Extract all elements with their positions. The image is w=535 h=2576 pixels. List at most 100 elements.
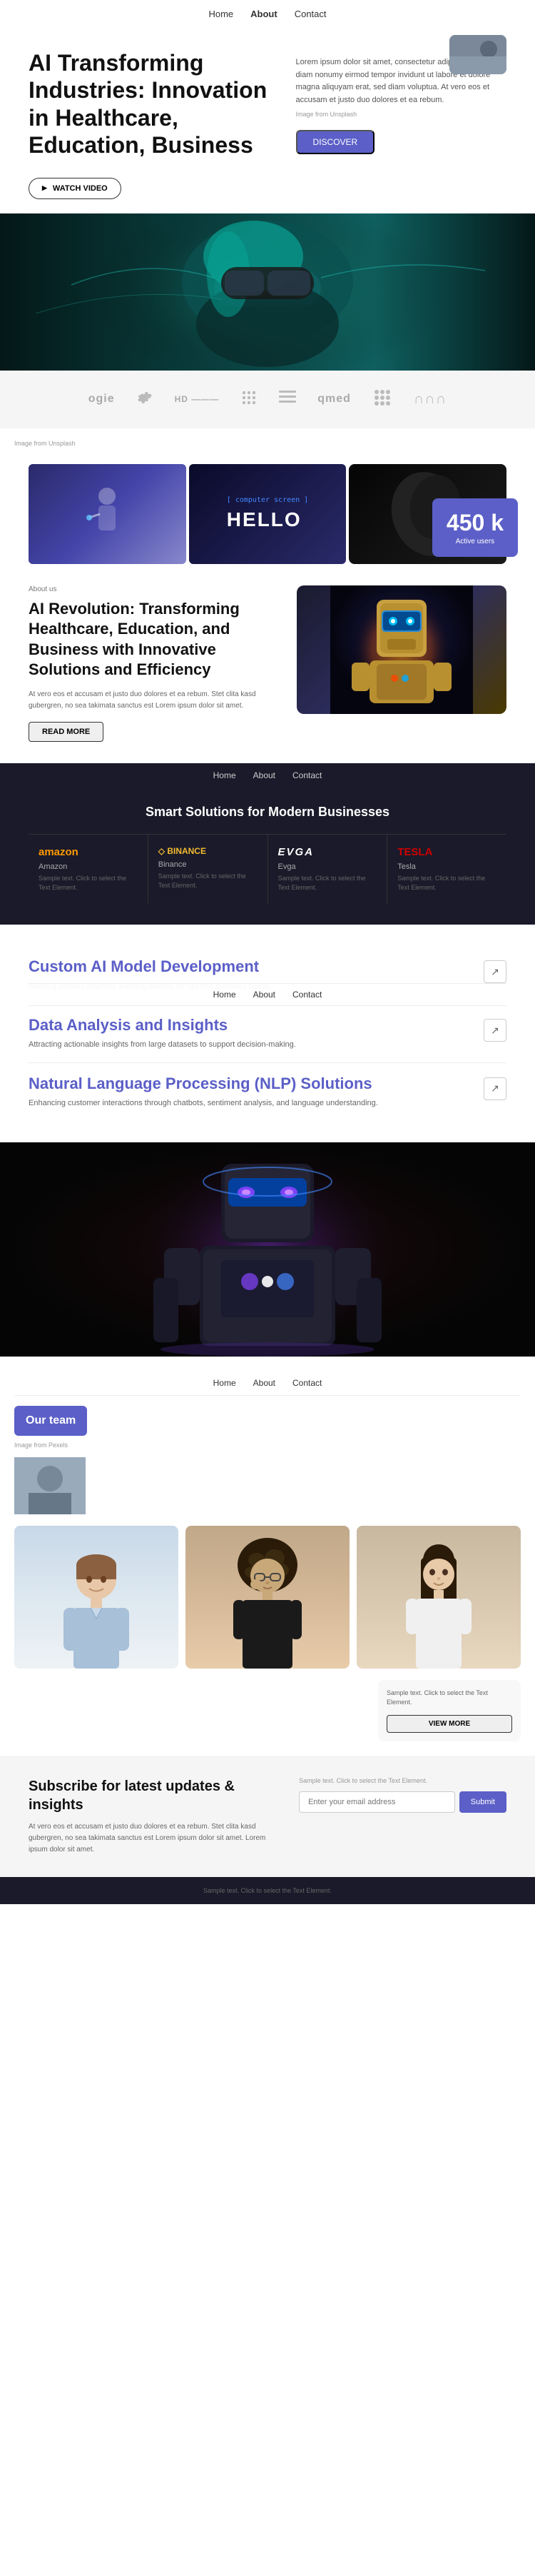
grid-img-left xyxy=(29,464,186,564)
service-ai-title: Custom AI Model Development xyxy=(29,957,272,976)
service-data-text: Data Analysis and Insights Attracting ac… xyxy=(29,1016,296,1051)
service-nlp-text: Natural Language Processing (NLP) Soluti… xyxy=(29,1075,378,1110)
subscribe-sample: Sample text. Click to select the Text El… xyxy=(299,1777,506,1784)
stats-number: 450 k xyxy=(447,510,504,536)
team-header-image xyxy=(14,1457,86,1514)
evga-logo: EVGA xyxy=(278,846,377,858)
team-card-woman-curly xyxy=(185,1526,350,1669)
full-robot-image xyxy=(0,1142,535,1357)
team-members xyxy=(14,1526,521,1669)
team-nav-home[interactable]: Home xyxy=(213,1378,236,1388)
service-data-analysis: Data Analysis and Insights Attracting ac… xyxy=(29,1005,506,1063)
about-title: AI Revolution: Transforming Healthcare, … xyxy=(29,599,280,680)
stats-box: 450 k Active users xyxy=(432,498,518,557)
view-more-button[interactable]: VIEW MORE xyxy=(387,1715,512,1733)
partner-amazon-name: Amazon xyxy=(39,862,138,871)
services-nav-home[interactable]: Home xyxy=(213,990,236,1000)
discover-button[interactable]: DISCOVER xyxy=(296,130,375,154)
vr-banner-svg xyxy=(0,213,535,371)
footer: Sample text. Click to select the Text El… xyxy=(0,1877,535,1904)
partner-binance: ◇ BINANCE Binance Sample text. Click to … xyxy=(148,835,268,903)
nav-home[interactable]: Home xyxy=(208,9,233,19)
team-nav-about[interactable]: About xyxy=(253,1378,275,1388)
nav-contact[interactable]: Contact xyxy=(295,9,327,19)
about-nav-contact[interactable]: Contact xyxy=(292,770,322,780)
subscribe-title: Subscribe for latest updates & insights xyxy=(29,1777,277,1814)
about-left: About us AI Revolution: Transforming Hea… xyxy=(29,585,280,742)
hero-img-from: Image from Unsplash xyxy=(296,109,506,119)
service-data-arrow[interactable] xyxy=(484,1019,506,1042)
team-side-text: Sample text. Click to select the Text El… xyxy=(387,1689,512,1708)
subscribe-left: Subscribe for latest updates & insights … xyxy=(29,1777,277,1856)
services-nav-contact[interactable]: Contact xyxy=(292,990,322,1000)
subscribe-right: Sample text. Click to select the Text El… xyxy=(299,1777,506,1813)
logo-lines xyxy=(279,391,296,408)
main-nav: Home About Contact xyxy=(0,0,535,28)
tesla-logo: TESLA xyxy=(397,846,496,858)
logo-dots xyxy=(240,389,258,410)
team-nav-contact[interactable]: Contact xyxy=(292,1378,322,1388)
services-section: Custom AI Model Development Building tai… xyxy=(0,925,535,1142)
robot-svg xyxy=(330,585,473,714)
read-more-button[interactable]: READ MORE xyxy=(29,722,103,742)
robot-image xyxy=(297,585,506,714)
hero-right: Lorem ipsum dolor sit amet, consectetur … xyxy=(296,49,506,154)
about-section: About us AI Revolution: Transforming Hea… xyxy=(0,564,535,763)
woman-curly-silhouette xyxy=(225,1533,310,1669)
amazon-logo: amazon xyxy=(39,846,138,858)
partner-tesla-desc: Sample text. Click to select the Text El… xyxy=(397,874,496,892)
logos-row: ogie HD ——— qmed ∩∩∩ xyxy=(0,371,535,428)
man-silhouette xyxy=(54,1540,139,1669)
about-nav-home[interactable]: Home xyxy=(213,770,236,780)
team-label: Our team xyxy=(14,1406,87,1436)
about-description: At vero eos et accusam et justo duo dolo… xyxy=(29,689,280,712)
team-img-from: Image from Pexels xyxy=(14,1442,87,1449)
logo-qmed: qmed xyxy=(317,393,351,406)
partner-amazon: amazon Amazon Sample text. Click to sele… xyxy=(29,835,148,903)
logo-gear xyxy=(136,389,153,410)
footer-text: Sample text. Click to select the Text El… xyxy=(10,1887,525,1894)
partner-evga: EVGA Evga Sample text. Click to select t… xyxy=(268,835,388,903)
watch-video-button[interactable]: WATCH VIDEO xyxy=(29,178,121,199)
stats-label: Active users xyxy=(447,538,504,545)
grid-img-from: Image from Unsplash xyxy=(14,440,521,447)
service-nlp: Natural Language Processing (NLP) Soluti… xyxy=(29,1063,506,1121)
team-header: Our team Image from Pexels xyxy=(14,1406,521,1514)
woman-straight-silhouette xyxy=(396,1533,482,1669)
logo-hd: HD ——— xyxy=(175,394,220,404)
about-right xyxy=(297,585,506,714)
partners-section: Smart Solutions for Modern Businesses am… xyxy=(0,788,535,925)
service-data-desc: Attracting actionable insights from larg… xyxy=(29,1039,296,1051)
partner-amazon-desc: Sample text. Click to select the Text El… xyxy=(39,874,138,892)
subscribe-section: Subscribe for latest updates & insights … xyxy=(0,1756,535,1877)
services-nav-about[interactable]: About xyxy=(253,990,275,1000)
service-nlp-desc: Enhancing customer interactions through … xyxy=(29,1097,378,1110)
binance-logo: ◇ BINANCE xyxy=(158,846,258,856)
service-ai-arrow[interactable] xyxy=(484,960,506,983)
team-nav: Home About Contact xyxy=(14,1371,521,1396)
about-tag: About us xyxy=(29,585,280,593)
team-card-man xyxy=(14,1526,178,1669)
partner-binance-desc: Sample text. Click to select the Text El… xyxy=(158,872,258,890)
service-data-title: Data Analysis and Insights xyxy=(29,1016,296,1035)
nav-about[interactable]: About xyxy=(250,9,277,19)
service-nlp-arrow[interactable] xyxy=(484,1077,506,1100)
hero-title: AI Transforming Industries: Innovation i… xyxy=(29,49,282,159)
team-woman-curly-image xyxy=(185,1526,350,1669)
partner-binance-name: Binance xyxy=(158,860,258,869)
partner-tesla-name: Tesla xyxy=(397,862,496,871)
partners-title: Smart Solutions for Modern Businesses xyxy=(29,805,506,820)
partner-tesla: TESLA Tesla Sample text. Click to select… xyxy=(387,835,506,903)
logo-blackberry xyxy=(372,388,392,411)
about-nav-about[interactable]: About xyxy=(253,770,275,780)
grid-img-hello: [ computer screen ] HELLO xyxy=(189,464,347,564)
submit-button[interactable]: Submit xyxy=(459,1791,506,1813)
partner-evga-desc: Sample text. Click to select the Text El… xyxy=(278,874,377,892)
email-input[interactable] xyxy=(299,1791,455,1813)
hero-left: AI Transforming Industries: Innovation i… xyxy=(29,49,282,199)
logo-ogie: ogie xyxy=(88,393,115,406)
service-nlp-title: Natural Language Processing (NLP) Soluti… xyxy=(29,1075,378,1093)
services-mid-nav: Home About Contact xyxy=(29,983,506,1006)
team-man-image xyxy=(14,1526,178,1669)
full-robot-svg xyxy=(0,1142,535,1357)
